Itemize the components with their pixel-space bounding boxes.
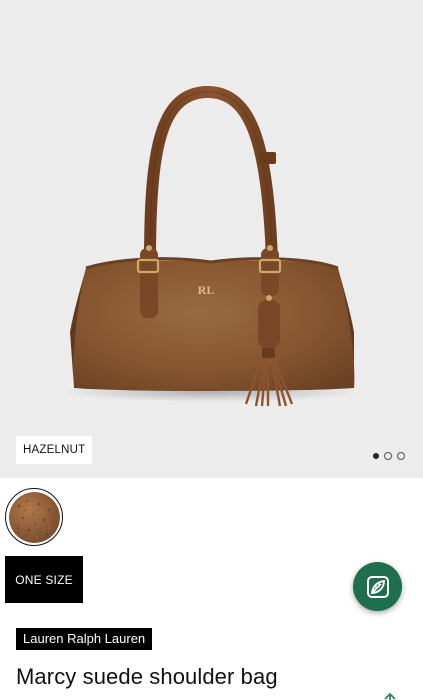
svg-text:RL: RL <box>198 283 215 297</box>
up-arrow-icon[interactable] <box>382 690 398 700</box>
product-image: RL <box>61 85 361 407</box>
carousel-pagination[interactable] <box>373 452 405 460</box>
floating-action-button[interactable] <box>353 562 402 611</box>
carousel-dot-2[interactable] <box>384 452 392 460</box>
size-option-one-size[interactable]: ONE SIZE <box>5 556 83 603</box>
color-name-chip: HAZELNUT <box>16 436 93 464</box>
product-title: Marcy suede shoulder bag <box>16 664 278 689</box>
product-image-carousel[interactable]: RL HAZELNUT <box>0 0 423 478</box>
suede-swatch-image <box>8 491 60 543</box>
carousel-dot-1[interactable] <box>373 453 379 459</box>
brand-label[interactable]: Lauren Ralph Lauren <box>16 628 153 650</box>
color-swatch-hazelnut[interactable] <box>5 488 63 546</box>
carousel-dot-3[interactable] <box>397 452 405 460</box>
leaf-icon <box>366 575 389 598</box>
